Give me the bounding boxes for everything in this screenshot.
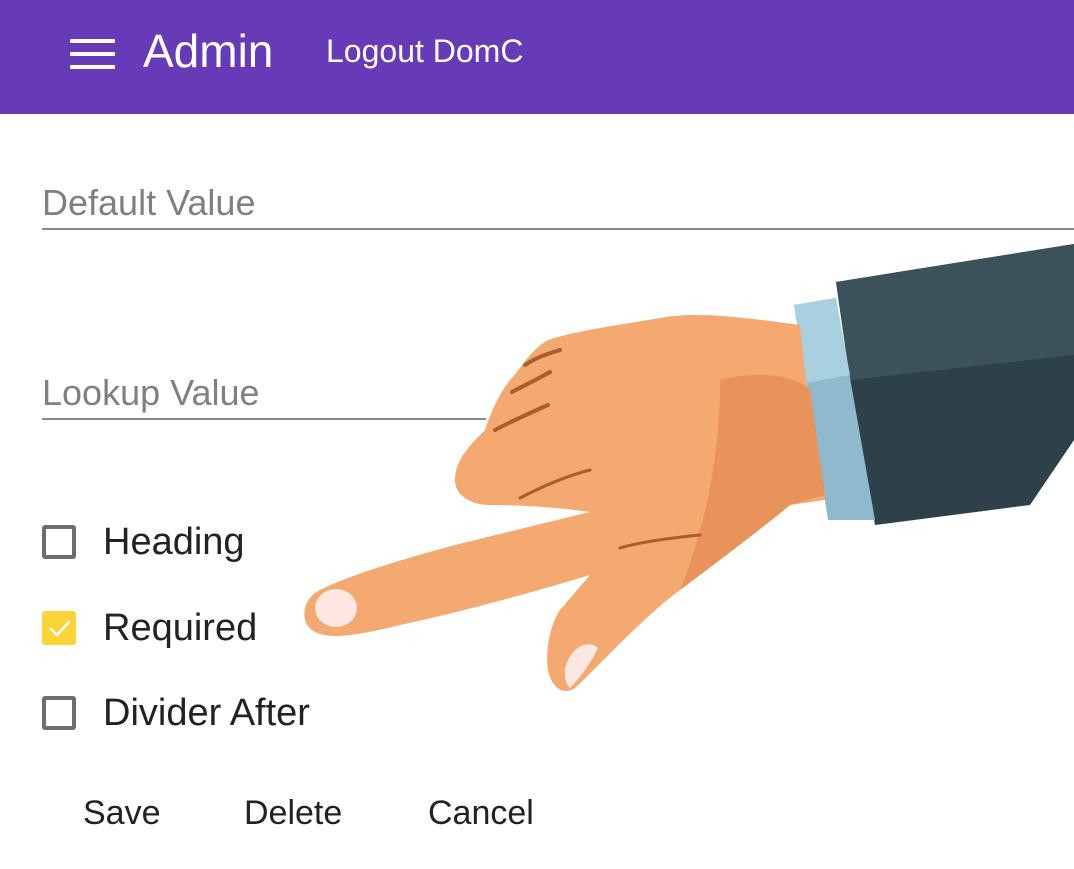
save-button[interactable]: Save — [83, 790, 161, 836]
divider-after-checkbox-label: Divider After — [103, 691, 310, 734]
page-title: Admin — [143, 25, 274, 77]
logout-link[interactable]: Logout DomC — [326, 31, 523, 71]
top-app-bar: Admin Logout DomC — [0, 0, 1074, 114]
heading-checkbox-row[interactable]: Heading — [42, 520, 245, 564]
required-checkbox-label: Required — [103, 606, 258, 649]
default-value-field — [42, 178, 1074, 230]
default-value-underline — [42, 228, 1074, 230]
checkmark-icon — [49, 620, 71, 637]
hamburger-menu-icon[interactable] — [62, 30, 122, 80]
delete-button[interactable]: Delete — [244, 790, 342, 836]
divider-after-checkbox[interactable] — [42, 696, 76, 730]
required-checkbox[interactable] — [42, 611, 76, 645]
required-checkbox-row[interactable]: Required — [42, 606, 257, 650]
lookup-value-underline — [42, 418, 486, 420]
heading-checkbox-label: Heading — [103, 520, 245, 563]
pointing-hand-icon — [304, 244, 1074, 691]
heading-checkbox[interactable] — [42, 525, 76, 559]
divider-after-checkbox-row[interactable]: Divider After — [42, 691, 310, 735]
page: Admin Logout DomC Heading Required Divid… — [0, 0, 1074, 869]
lookup-value-field — [42, 368, 486, 420]
cancel-button[interactable]: Cancel — [428, 790, 534, 836]
default-value-input[interactable] — [42, 178, 1074, 228]
lookup-value-input[interactable] — [42, 368, 486, 418]
